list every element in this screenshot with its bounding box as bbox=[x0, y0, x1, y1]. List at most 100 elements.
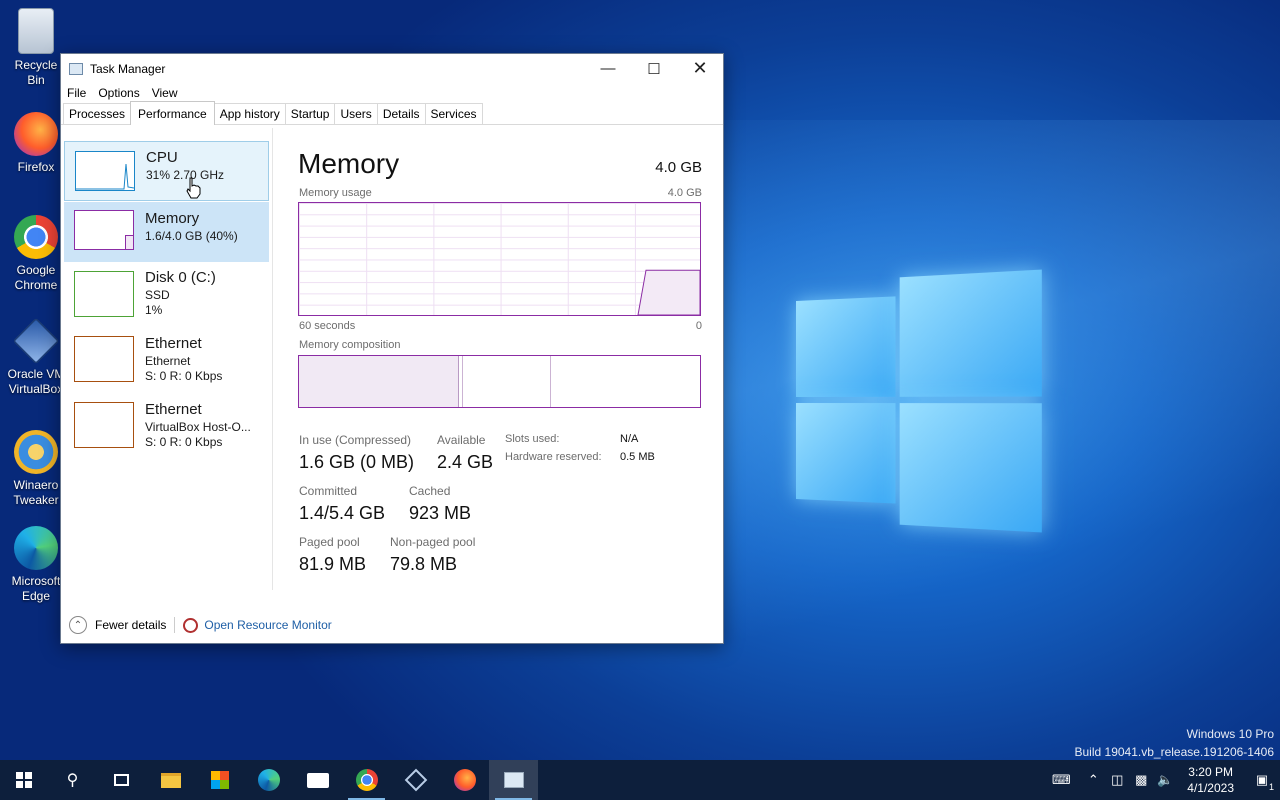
tab-processes[interactable]: Processes bbox=[63, 103, 132, 124]
sidebar-item-detail-2: S: 0 R: 0 Kbps bbox=[145, 369, 223, 383]
composition-in-use bbox=[299, 356, 459, 407]
sidebar-item-title: CPU bbox=[146, 149, 178, 166]
sidebar-item-disk[interactable]: Disk 0 (C:) SSD 1% bbox=[64, 262, 269, 322]
windows-edition-watermark: Windows 10 Pro bbox=[1186, 727, 1274, 741]
task-view-button[interactable] bbox=[97, 760, 146, 800]
memory-capacity: 4.0 GB bbox=[655, 159, 702, 176]
menu-file[interactable]: File bbox=[67, 86, 86, 100]
cpu-thumbnail-graph bbox=[75, 151, 135, 191]
desktop-icon-microsoft-edge[interactable]: Microsoft Edge bbox=[6, 526, 66, 604]
sidebar-item-memory[interactable]: Memory 1.6/4.0 GB (40%) bbox=[64, 202, 269, 262]
firefox-icon bbox=[453, 769, 476, 791]
ethernet-thumbnail-graph bbox=[74, 402, 134, 448]
sidebar-item-ethernet-virtualbox[interactable]: Ethernet VirtualBox Host-O... S: 0 R: 0 … bbox=[64, 394, 269, 454]
meet-now-icon[interactable]: ◫ bbox=[1105, 772, 1129, 788]
notification-count-badge: 1 bbox=[1268, 782, 1274, 792]
close-button[interactable]: ✕ bbox=[677, 54, 723, 83]
taskbar-virtualbox[interactable] bbox=[391, 760, 440, 800]
sidebar-item-ethernet[interactable]: Ethernet Ethernet S: 0 R: 0 Kbps bbox=[64, 328, 269, 388]
taskbar-chrome[interactable] bbox=[342, 760, 391, 800]
menu-bar: File Options View bbox=[61, 83, 723, 103]
title-bar[interactable]: Task Manager — ☐ ✕ bbox=[61, 54, 723, 83]
chevron-up-icon[interactable]: ⌃ bbox=[69, 616, 87, 634]
tab-services[interactable]: Services bbox=[424, 103, 483, 124]
edge-icon bbox=[14, 526, 58, 570]
volume-icon[interactable]: 🔈 bbox=[1153, 772, 1177, 788]
paged-pool-value: 81.9 MB bbox=[299, 554, 367, 574]
mail-icon bbox=[306, 772, 329, 788]
memory-composition-label: Memory composition bbox=[299, 339, 401, 351]
sidebar-item-title: Disk 0 (C:) bbox=[145, 269, 216, 286]
chrome-icon bbox=[355, 769, 378, 791]
menu-options[interactable]: Options bbox=[98, 86, 139, 100]
paged-pool-label: Paged pool bbox=[299, 535, 360, 549]
virtualbox-icon bbox=[404, 768, 427, 792]
hardware-reserved-value: 0.5 MB bbox=[620, 451, 655, 463]
taskbar-edge[interactable] bbox=[244, 760, 293, 800]
virtualbox-icon bbox=[12, 317, 60, 365]
clock-date: 4/1/2023 bbox=[1187, 781, 1234, 795]
in-use-value: 1.6 GB (0 MB) bbox=[299, 452, 415, 472]
available-label: Available bbox=[437, 433, 486, 447]
tab-startup[interactable]: Startup bbox=[284, 103, 336, 124]
footer-divider bbox=[174, 617, 176, 633]
task-manager-window: Task Manager — ☐ ✕ File Options View Pro… bbox=[60, 53, 724, 644]
desktop-icon-recycle-bin[interactable]: Recycle Bin bbox=[6, 8, 66, 88]
fewer-details-button[interactable]: Fewer details bbox=[95, 618, 166, 632]
winaero-tweaker-icon bbox=[14, 430, 58, 474]
page-title: Memory bbox=[298, 148, 400, 179]
action-center-button[interactable]: ▣ 1 bbox=[1244, 772, 1280, 792]
sidebar-item-title: Memory bbox=[145, 210, 200, 227]
task-manager-app-icon bbox=[69, 62, 83, 75]
cached-value: 923 MB bbox=[409, 503, 472, 523]
memory-usage-graph bbox=[298, 202, 701, 316]
taskbar: ⚲ ⌨ ⌃ ◫ ▩ 🔈 3:20 PM 4/1/2023 ▣ 1 bbox=[0, 760, 1280, 800]
desktop-icon-firefox[interactable]: Firefox bbox=[6, 112, 66, 175]
desktop-icon-google-chrome[interactable]: Google Chrome bbox=[6, 215, 66, 293]
edge-icon bbox=[257, 769, 280, 791]
maximize-button[interactable]: ☐ bbox=[631, 54, 677, 83]
menu-view[interactable]: View bbox=[152, 86, 178, 100]
windows-logo-wallpaper bbox=[796, 269, 1042, 533]
window-title: Task Manager bbox=[90, 61, 166, 76]
task-manager-icon bbox=[503, 772, 524, 788]
sidebar-item-detail: 1.6/4.0 GB (40%) bbox=[145, 229, 238, 243]
folder-icon bbox=[160, 772, 181, 788]
clock[interactable]: 3:20 PM 4/1/2023 bbox=[1187, 764, 1234, 796]
touch-keyboard-icon[interactable]: ⌨ bbox=[1041, 772, 1081, 788]
show-hidden-icons-chevron-icon[interactable]: ⌃ bbox=[1081, 772, 1105, 788]
desktop-icon-winaero-tweaker[interactable]: Winaero Tweaker bbox=[6, 430, 66, 508]
start-button[interactable] bbox=[0, 760, 48, 800]
graph-time-now-label: 0 bbox=[695, 320, 702, 332]
taskbar-file-explorer[interactable] bbox=[146, 760, 195, 800]
tab-app-history[interactable]: App history bbox=[213, 103, 286, 124]
hand-cursor-icon bbox=[186, 177, 201, 199]
sidebar-item-cpu[interactable]: CPU 31% 2.70 GHz bbox=[64, 141, 269, 201]
system-tray: ⌨ ⌃ ◫ ▩ 🔈 3:20 PM 4/1/2023 ▣ 1 bbox=[1041, 760, 1280, 800]
available-value: 2.4 GB bbox=[437, 452, 494, 472]
tab-details[interactable]: Details bbox=[376, 103, 426, 124]
taskbar-task-manager[interactable] bbox=[489, 760, 538, 800]
footer-bar: ⌃ Fewer details Open Resource Monitor bbox=[61, 606, 725, 644]
taskbar-microsoft-store[interactable] bbox=[195, 760, 244, 800]
search-button[interactable]: ⚲ bbox=[48, 760, 97, 800]
desktop-icon-virtualbox[interactable]: Oracle VM VirtualBox bbox=[6, 317, 66, 397]
taskbar-mail[interactable] bbox=[293, 760, 342, 800]
open-resource-monitor-link[interactable]: Open Resource Monitor bbox=[204, 618, 331, 632]
non-paged-pool-value: 79.8 MB bbox=[390, 554, 458, 574]
memory-usage-area bbox=[637, 269, 700, 315]
taskbar-firefox[interactable] bbox=[440, 760, 489, 800]
slots-used-value: N/A bbox=[620, 433, 639, 445]
recycle-bin-icon bbox=[18, 8, 54, 54]
store-icon bbox=[210, 771, 229, 789]
performance-panel: CPU 31% 2.70 GHz Memory 1.6/4.0 GB (40%)… bbox=[61, 128, 723, 643]
in-use-label: In use (Compressed) bbox=[299, 433, 412, 447]
sidebar-item-title: Ethernet bbox=[145, 401, 202, 418]
network-icon[interactable]: ▩ bbox=[1129, 772, 1153, 788]
tab-performance[interactable]: Performance bbox=[130, 101, 215, 125]
tab-users[interactable]: Users bbox=[334, 103, 378, 124]
sidebar-item-detail: SSD bbox=[145, 288, 170, 302]
memory-thumbnail-graph bbox=[74, 210, 134, 250]
minimize-button[interactable]: — bbox=[585, 54, 631, 83]
firefox-icon bbox=[14, 112, 58, 156]
